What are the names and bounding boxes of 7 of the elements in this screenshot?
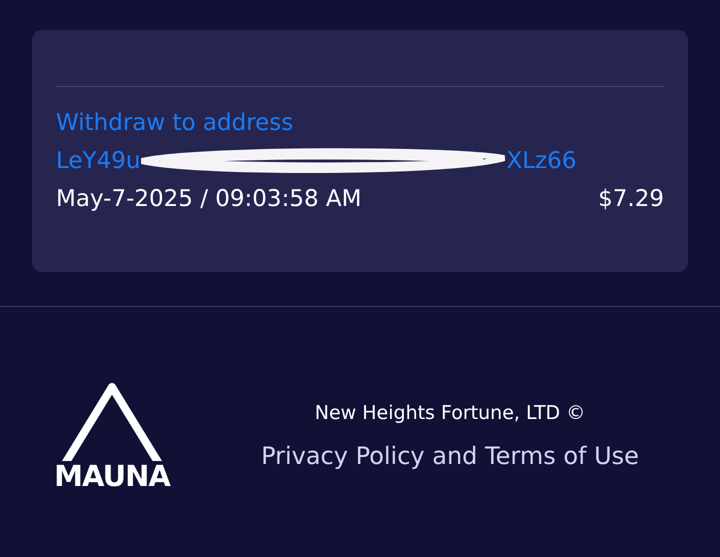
transaction-amount: $7.29 [598,186,664,212]
address-start: LeY49u [56,148,140,174]
legal-link[interactable]: Privacy Policy and Terms of Use [261,442,639,470]
transaction-datetime: May-7-2025 / 09:03:58 AM [56,186,362,212]
address-end: XLz66 [506,148,576,174]
transaction-title: Withdraw to address [56,110,294,136]
company-name: New Heights Fortune, LTD © [314,402,586,424]
